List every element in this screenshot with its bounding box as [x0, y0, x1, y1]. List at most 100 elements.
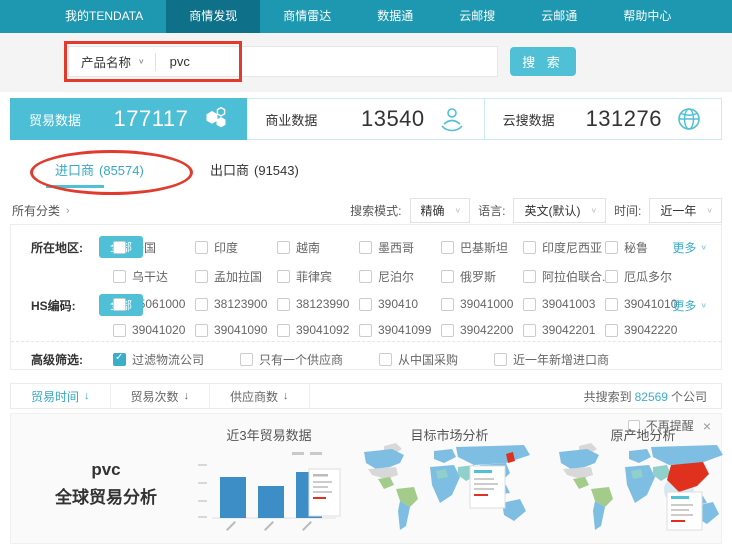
checkbox[interactable] [113, 353, 126, 366]
checkbox[interactable] [113, 241, 126, 254]
tab-count: (91543) [254, 163, 299, 178]
product-name: pvc [25, 456, 187, 484]
region-option[interactable]: 越南 [277, 239, 359, 256]
search-input[interactable] [156, 47, 497, 76]
region-option[interactable]: 俄罗斯 [441, 268, 523, 285]
region-option[interactable]: 墨西哥 [359, 239, 441, 256]
checkbox[interactable] [523, 298, 536, 311]
bar-year1 [220, 477, 246, 518]
checkbox[interactable] [113, 270, 126, 283]
checkbox[interactable] [605, 270, 618, 283]
origin-map[interactable] [551, 440, 732, 540]
checkbox[interactable] [195, 324, 208, 337]
region-option[interactable]: 孟加拉国 [195, 268, 277, 285]
checkbox[interactable] [605, 241, 618, 254]
advanced-option-single-supplier[interactable]: 只有一个供应商 [240, 351, 343, 368]
checkbox[interactable] [441, 241, 454, 254]
hs-option[interactable]: 39041099 [359, 323, 441, 337]
region-option[interactable]: 巴基斯坦 [441, 239, 523, 256]
tab-importers[interactable]: 进口商(85574) [55, 160, 144, 179]
checkbox[interactable] [277, 241, 290, 254]
checkbox[interactable] [240, 353, 253, 366]
checkbox[interactable] [359, 298, 372, 311]
hs-more-link[interactable]: 更多∨ [672, 297, 707, 314]
all-categories-link[interactable]: 所有分类 › [12, 202, 70, 219]
region-option[interactable]: 阿拉伯联合... [523, 268, 605, 285]
region-option[interactable]: 乌干达 [113, 268, 195, 285]
checkbox[interactable] [195, 270, 208, 283]
hs-option[interactable]: 38123900 [195, 297, 277, 311]
tab-exporters[interactable]: 出口商(91543) [210, 160, 299, 179]
checkbox[interactable] [195, 298, 208, 311]
hs-option[interactable]: 39041003 [523, 297, 605, 311]
result-tabs: 进口商(85574) 出口商(91543) [10, 150, 722, 192]
hs-option[interactable]: 39042200 [441, 323, 523, 337]
checkbox[interactable] [441, 298, 454, 311]
stat-trade-data[interactable]: 贸易数据 177117 [10, 98, 247, 140]
checkbox[interactable] [359, 241, 372, 254]
checkbox[interactable] [523, 241, 536, 254]
region-checkbox-grid: 美国 印度 越南 墨西哥 巴基斯坦 印度尼西亚 秘鲁 乌干达 孟加拉国 菲律宾 … [113, 239, 675, 285]
checkbox[interactable] [441, 324, 454, 337]
hs-option[interactable]: 39041000 [441, 297, 523, 311]
checkbox[interactable] [113, 298, 126, 311]
checkbox[interactable] [523, 270, 536, 283]
hs-filter-row: HS编码: 全部 35061000 38123900 38123990 3904… [11, 297, 721, 337]
region-more-link[interactable]: 更多∨ [672, 239, 707, 256]
checkbox[interactable] [523, 324, 536, 337]
sort-trade-count[interactable]: 贸易次数↓ [111, 384, 211, 408]
stat-commercial-data[interactable]: 商业数据 13540 [247, 99, 484, 139]
hs-option[interactable]: 39041092 [277, 323, 359, 337]
checkbox[interactable] [359, 270, 372, 283]
hs-option[interactable]: 39042201 [523, 323, 605, 337]
region-option[interactable]: 厄瓜多尔 [605, 268, 687, 285]
region-option[interactable]: 印度 [195, 239, 277, 256]
stat-cloud-search-data[interactable]: 云搜数据 131276 [485, 99, 721, 139]
nav-item-business-radar[interactable]: 商情雷达 [260, 0, 354, 33]
nav-item-cloud-mail-pass[interactable]: 云邮通 [518, 0, 600, 33]
hs-option[interactable]: 35061000 [113, 297, 195, 311]
stat-value: 177117 [114, 106, 189, 132]
checkbox[interactable] [195, 241, 208, 254]
region-option[interactable]: 美国 [113, 239, 195, 256]
search-mode-select[interactable]: 精确 ∨ [410, 198, 471, 223]
checkbox[interactable] [113, 324, 126, 337]
stat-label: 贸易数据 [29, 110, 81, 129]
trade-3year-bar-chart[interactable] [192, 444, 344, 542]
hs-option[interactable]: 39041090 [195, 323, 277, 337]
hs-option[interactable]: 390410 [359, 297, 441, 311]
target-market-map[interactable] [356, 440, 541, 540]
hs-option[interactable]: 38123990 [277, 297, 359, 311]
checkbox[interactable] [441, 270, 454, 283]
language-select[interactable]: 英文(默认) ∨ [513, 198, 606, 223]
hs-option[interactable]: 39041020 [113, 323, 195, 337]
nav-item-data-pass[interactable]: 数据通 [354, 0, 436, 33]
nav-item-cloud-mail-search[interactable]: 云邮搜 [436, 0, 518, 33]
brand-subtitle: 全球贸易分析 [25, 484, 187, 512]
advanced-option-new-importers[interactable]: 近一年新增进口商 [494, 351, 609, 368]
nav-item-my-tendata[interactable]: 我的TENDATA [42, 0, 166, 33]
checkbox[interactable] [277, 324, 290, 337]
checkbox[interactable] [494, 353, 507, 366]
search-mode-value: 精确 [421, 202, 445, 219]
nav-item-business-discovery[interactable]: 商情发现 [166, 0, 260, 33]
checkbox[interactable] [277, 298, 290, 311]
sort-supplier-count[interactable]: 供应商数↓ [210, 384, 310, 408]
advanced-option-filter-logistics[interactable]: 过滤物流公司 [113, 351, 204, 368]
checkbox[interactable] [379, 353, 392, 366]
checkbox[interactable] [605, 298, 618, 311]
checkbox[interactable] [605, 324, 618, 337]
region-option[interactable]: 印度尼西亚 [523, 239, 605, 256]
region-option[interactable]: 尼泊尔 [359, 268, 441, 285]
sort-trade-time[interactable]: 贸易时间↓ [11, 384, 111, 408]
checkbox[interactable] [359, 324, 372, 337]
time-select[interactable]: 近一年 ∨ [649, 198, 722, 223]
search-field-select[interactable]: 产品名称 ∨ [69, 52, 155, 71]
checkbox[interactable] [277, 270, 290, 283]
region-option[interactable]: 菲律宾 [277, 268, 359, 285]
hs-option[interactable]: 39042220 [605, 323, 687, 337]
nav-item-help-center[interactable]: 帮助中心 [600, 0, 694, 33]
search-button[interactable]: 搜 索 [510, 47, 576, 76]
chevron-down-icon: ∨ [706, 206, 713, 215]
advanced-option-buy-from-china[interactable]: 从中国采购 [379, 351, 458, 368]
